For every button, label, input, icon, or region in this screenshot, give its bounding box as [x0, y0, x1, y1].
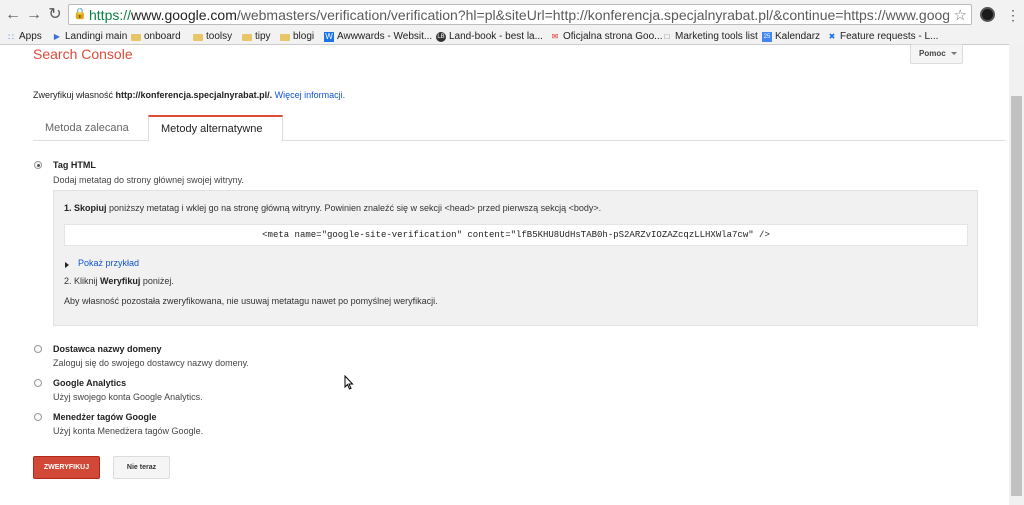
landingi-icon: ▶: [53, 32, 61, 41]
bookmark-label: Landingi main: [65, 31, 128, 42]
step-1-copy: Skopiuj: [74, 203, 107, 213]
bookmark-blogi[interactable]: blogi: [280, 30, 314, 44]
folder-icon: [280, 33, 290, 41]
bookmark-label: Feature requests - L...: [840, 31, 939, 42]
bookmark-apps[interactable]: ∷ Apps: [6, 30, 42, 44]
bookmark-landingi-main[interactable]: ▶ Landingi main: [52, 30, 127, 44]
bookmark-tipy[interactable]: tipy: [242, 30, 271, 44]
bookmark-label: Marketing tools list: [675, 31, 758, 42]
step-2-verify: Weryfikuj: [100, 276, 141, 286]
option-desc-html-tag: Dodaj metatag do strony głównej swojej w…: [53, 175, 244, 185]
awwwards-icon: W: [324, 32, 334, 42]
address-bar[interactable]: 🔒 https://www.google.com/webmasters/veri…: [68, 4, 972, 25]
mouse-cursor-icon: [344, 375, 354, 390]
more-info-link[interactable]: Więcej informacji.: [275, 90, 346, 100]
url-text[interactable]: https://www.google.com/webmasters/verifi…: [89, 7, 949, 23]
option-title-domain-provider: Dostawca nazwy domeny: [53, 344, 162, 354]
verify-ownership-line: Zweryfikuj własność http://konferencja.s…: [33, 90, 345, 100]
option-desc-google-analytics: Użyj swojego konta Google Analytics.: [53, 392, 203, 402]
option-desc-tag-manager: Użyj konta Menedżera tagów Google.: [53, 426, 204, 436]
bookmark-star-icon[interactable]: ☆: [954, 6, 967, 24]
radio-html-tag[interactable]: [34, 161, 42, 169]
verify-prefix: Zweryfikuj własność: [33, 90, 116, 100]
radio-domain-provider[interactable]: [34, 345, 42, 353]
calendar-icon: 25: [762, 32, 772, 42]
not-now-button[interactable]: Nie teraz: [113, 456, 170, 479]
keep-meta-note: Aby własność pozostała zweryfikowana, ni…: [64, 296, 438, 306]
bookmark-label: Awwwards - Websit...: [337, 31, 433, 42]
option-title-google-analytics: Google Analytics: [53, 378, 127, 388]
url-path: /webmasters/verification/verification?hl…: [236, 7, 949, 23]
apps-grid-icon: ∷: [8, 32, 14, 42]
scrollbar-thumb[interactable]: [1011, 96, 1022, 496]
bookmark-feature-requests[interactable]: ✖ Feature requests - L...: [827, 30, 939, 44]
bookmark-toolsy[interactable]: toolsy: [193, 30, 232, 44]
bookmark-kalendarz[interactable]: 25 Kalendarz: [762, 30, 820, 44]
tab-recommended-method[interactable]: Metoda zalecana: [33, 115, 141, 141]
step-2-prefix: 2. Kliknij: [64, 276, 101, 286]
bookmark-label: Kalendarz: [775, 31, 821, 42]
verify-button[interactable]: ZWERYFIKUJ: [33, 456, 100, 479]
landbook-icon: LB: [436, 32, 446, 42]
folder-icon: [131, 33, 141, 41]
radio-google-analytics[interactable]: [34, 379, 42, 387]
tab-alternative-methods[interactable]: Metody alternatywne: [148, 115, 283, 142]
bookmark-label: Oficjalna strona Goo...: [563, 31, 663, 42]
page-icon: □: [664, 32, 670, 41]
option-desc-domain-provider: Zaloguj się do swojego dostawcy nazwy do…: [53, 358, 249, 368]
bookmark-label: Land-book - best la...: [449, 31, 543, 42]
step-1-text: 1. Skopiuj poniższy metatag i wklej go n…: [64, 203, 601, 213]
page-title: Search Console: [33, 46, 133, 62]
show-example-link[interactable]: Pokaż przykład: [78, 258, 139, 268]
tools-icon: ✖: [828, 32, 836, 41]
folder-icon: [193, 33, 203, 41]
bookmark-onboard[interactable]: onboard: [131, 30, 181, 44]
gmail-icon: ✉: [551, 32, 559, 41]
bookmark-label: toolsy: [206, 31, 233, 42]
step-1-number: 1.: [64, 203, 72, 213]
expand-triangle-icon[interactable]: [65, 262, 69, 268]
url-scheme: https://: [89, 7, 132, 23]
bookmark-awwwards[interactable]: W Awwwards - Websit...: [324, 30, 432, 44]
help-button-label: Pomoc: [919, 49, 946, 58]
radio-tag-manager[interactable]: [34, 413, 42, 421]
bookmark-marketing-tools[interactable]: □ Marketing tools list: [662, 30, 758, 44]
help-button[interactable]: Pomoc: [910, 44, 963, 64]
bookmark-label: Apps: [19, 31, 42, 42]
bookmark-landbook[interactable]: LB Land-book - best la...: [436, 30, 543, 44]
option-title-tag-manager: Menedżer tagów Google: [53, 412, 157, 422]
chevron-down-icon: [951, 52, 957, 55]
option-title-html-tag: Tag HTML: [53, 160, 96, 170]
browser-menu-icon[interactable]: ⋮: [1006, 6, 1020, 24]
bookmark-label: onboard: [144, 31, 181, 42]
lock-icon: 🔒: [73, 8, 87, 20]
verify-site-url: http://konferencja.specjalnyrabat.pl/.: [115, 90, 273, 100]
step-2-suffix: poniżej.: [140, 276, 174, 286]
extension-icon[interactable]: [980, 7, 995, 22]
step-2-text: 2. Kliknij Weryfikuj poniżej.: [64, 276, 174, 286]
back-arrow-icon[interactable]: ←: [4, 6, 22, 24]
meta-tag-code[interactable]: <meta name="google-site-verification" co…: [64, 224, 968, 246]
forward-arrow-icon[interactable]: →: [25, 6, 43, 24]
bookmark-label: tipy: [255, 31, 271, 42]
folder-icon: [242, 33, 252, 41]
bookmark-oficjalna[interactable]: ✉ Oficjalna strona Goo...: [550, 30, 663, 44]
reload-icon[interactable]: ↻: [46, 6, 64, 24]
url-host: www.google.com: [131, 7, 237, 23]
step-1-rest: poniższy metatag i wklej go na stronę gł…: [106, 203, 602, 213]
bookmark-label: blogi: [293, 31, 315, 42]
